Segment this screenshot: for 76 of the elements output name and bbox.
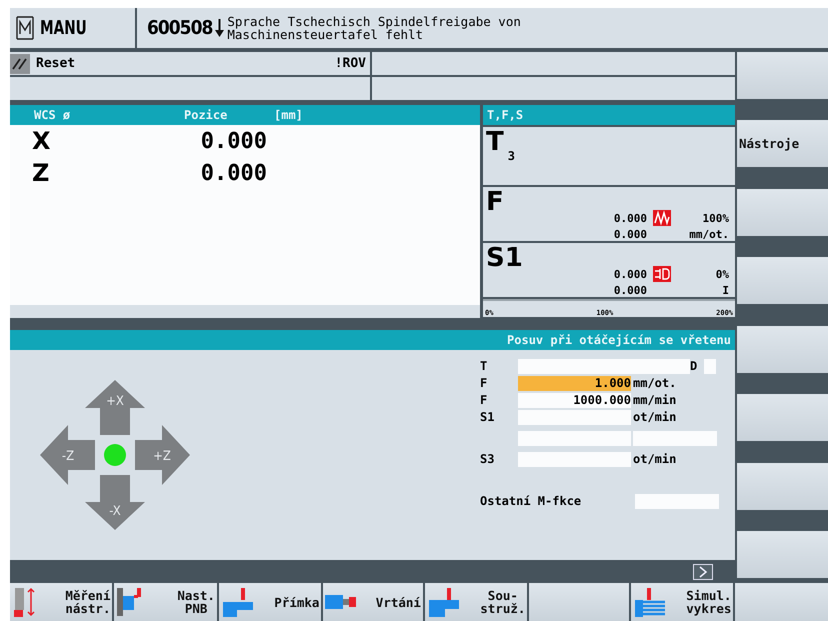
machine-mode-icon	[16, 15, 34, 41]
unit-label: mm/ot.	[633, 376, 676, 390]
softkey[interactable]: Přímka	[218, 583, 322, 621]
softkey[interactable]: Vrtání	[323, 583, 423, 621]
field-label: S3	[480, 452, 496, 466]
column-header: WCS ø	[33, 108, 72, 122]
softkey[interactable]: Nast. PNB	[114, 583, 217, 621]
softkey[interactable]	[737, 530, 828, 578]
softkey[interactable]	[735, 583, 828, 621]
input-field[interactable]: 1000.000	[518, 392, 631, 408]
alarm-number: 600508	[147, 17, 212, 39]
spindle-actual: 0.000	[614, 268, 647, 280]
tool-number: 3	[508, 149, 515, 163]
override-status: !ROV	[334, 56, 366, 71]
field-label: F	[480, 376, 488, 390]
feed-override: 100%	[702, 212, 729, 224]
alarm-message: Sprache Tschechisch Spindelfreigabe von Maschinensteuertafel fehlt	[227, 15, 521, 41]
axis-direction-label: +Z	[153, 449, 171, 464]
tool-letter: T	[486, 127, 504, 159]
field-label: Ostatní M-fkce	[480, 494, 582, 508]
form-title: Posuv při otáčejícím se vřetenu	[10, 330, 735, 350]
input-field[interactable]	[518, 430, 631, 446]
softkey[interactable]	[529, 583, 629, 621]
feed-override-icon	[653, 210, 671, 226]
tool-field[interactable]	[518, 358, 690, 374]
softkey[interactable]: Nástroje	[737, 120, 828, 168]
field-label: D	[690, 359, 698, 373]
spindle-override-icon	[653, 266, 671, 282]
turning-line-icon	[220, 586, 255, 618]
axis-direction-label: +X	[106, 394, 124, 409]
panel-title: T,F,S	[483, 105, 735, 125]
column-header: [mm]	[274, 108, 303, 122]
softkey[interactable]	[737, 394, 828, 442]
feed-setpoint: 0.000	[614, 228, 647, 240]
field-label: T	[480, 359, 488, 373]
input-field[interactable]: 1.000	[518, 376, 631, 390]
feed-unit: mm/ot.	[688, 228, 729, 240]
channel-status: Reset	[36, 56, 76, 71]
softkey[interactable]	[737, 462, 828, 510]
arrow-down-icon	[215, 18, 224, 38]
spindle-setpoint: 0.000	[614, 284, 647, 296]
simulation-icon	[632, 586, 667, 618]
input-field[interactable]	[518, 410, 631, 424]
axis-position: 0.000	[200, 128, 267, 154]
unit-label: ot/min	[633, 452, 676, 466]
softkey[interactable]	[737, 188, 828, 236]
softkey[interactable]	[737, 257, 828, 304]
axis-name: X	[32, 127, 52, 155]
softkey[interactable]: Sou- struž.	[424, 583, 528, 621]
offset-field[interactable]	[704, 358, 716, 374]
softkey[interactable]	[737, 52, 828, 99]
input-field[interactable]	[518, 452, 631, 466]
column-header: Pozice	[183, 108, 228, 122]
softkey[interactable]: Simul. vykres	[630, 583, 734, 621]
turning-icon	[426, 586, 461, 618]
input-field[interactable]	[633, 430, 717, 446]
axis-position: 0.000	[200, 160, 267, 186]
softkey[interactable]: Měření nástr.	[10, 583, 112, 621]
axis-name: Z	[32, 159, 50, 187]
softkey[interactable]	[737, 326, 828, 373]
axis-direction-label: -X	[109, 504, 121, 519]
feed-actual: 0.000	[614, 212, 647, 224]
feed-letter: F	[486, 187, 504, 219]
spindle-override: 0%	[714, 268, 729, 280]
spindle-letter: S1	[486, 243, 523, 275]
field-label: S1	[480, 410, 496, 424]
mode-label: MANU	[40, 17, 87, 39]
field-label: F	[480, 393, 488, 407]
spindle-direction: I	[721, 284, 729, 296]
axis-direction-label: -Z	[62, 449, 74, 464]
more-icon[interactable]	[693, 564, 713, 580]
unit-label: mm/min	[633, 393, 676, 407]
input-field[interactable]	[635, 494, 719, 508]
drilling-icon	[325, 595, 356, 609]
unit-label: ot/min	[633, 410, 676, 424]
reset-icon	[10, 54, 30, 74]
